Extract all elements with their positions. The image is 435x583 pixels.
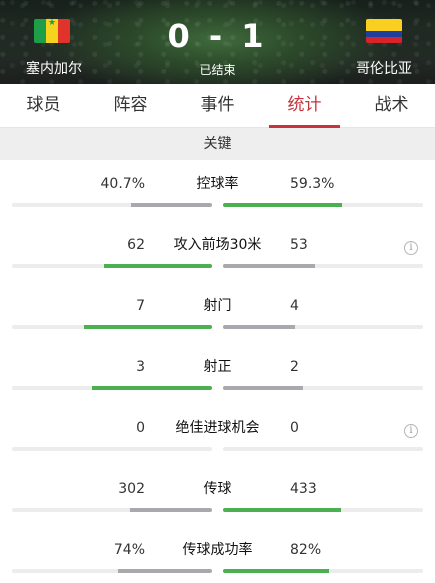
- stat-label: 射正: [203, 359, 232, 375]
- away-team-name[interactable]: 哥伦比亚: [348, 60, 420, 78]
- stat-label: 攻入前场30米: [173, 237, 262, 253]
- home-stat-bar-fill: [84, 325, 212, 329]
- home-stat-value: 302: [118, 481, 145, 497]
- away-stat-bar-fill: [223, 203, 342, 207]
- home-stat-bar-fill: [104, 264, 212, 268]
- tab-tactics[interactable]: 战术: [348, 84, 435, 127]
- away-stat-value: 59.3%: [290, 176, 335, 192]
- home-stat-value: 40.7%: [100, 176, 145, 192]
- away-stat-bar: [223, 264, 423, 268]
- stat-row: 62 攻入前场30米 53 i: [0, 221, 435, 282]
- stat-row: 302 传球 433: [0, 465, 435, 526]
- away-stat-bar: [223, 386, 423, 390]
- home-stat-bar-fill: [131, 203, 212, 207]
- info-icon[interactable]: i: [404, 241, 418, 255]
- home-stat-bar: [12, 325, 212, 329]
- home-stat-bar: [12, 508, 212, 512]
- away-stat-bar: [223, 325, 423, 329]
- away-stat-value: 2: [290, 359, 299, 375]
- stat-row: 74% 传球成功率 82%: [0, 526, 435, 583]
- away-stat-value: 82%: [290, 542, 322, 558]
- away-stat-bar-fill: [223, 264, 315, 268]
- home-stat-bar: [12, 386, 212, 390]
- match-header: ★ 塞内加尔 0 - 1 已结束 哥伦比亚: [0, 0, 435, 84]
- home-stat-bar-fill: [92, 386, 212, 390]
- away-stat-value: 4: [290, 298, 299, 314]
- section-header-key: 关键: [0, 128, 435, 160]
- away-stat-bar: [223, 508, 423, 512]
- home-stat-value: 62: [127, 237, 145, 253]
- home-stat-bar-fill: [130, 508, 212, 512]
- tab-events[interactable]: 事件: [174, 84, 261, 127]
- home-stat-bar-fill: [118, 569, 212, 573]
- away-stat-bar-fill: [223, 569, 329, 573]
- home-stat-bar: [12, 447, 212, 451]
- info-icon[interactable]: i: [404, 424, 418, 438]
- away-stat-value: 53: [290, 237, 308, 253]
- stat-row: 0 绝佳进球机会 0 i: [0, 404, 435, 465]
- stat-label: 控球率: [196, 176, 239, 192]
- away-stat-bar-fill: [223, 325, 295, 329]
- stat-label: 射门: [203, 298, 232, 314]
- away-stat-bar: [223, 569, 423, 573]
- home-stat-value: 74%: [113, 542, 145, 558]
- tab-players[interactable]: 球员: [0, 84, 87, 127]
- home-stat-value: 3: [136, 359, 145, 375]
- away-stat-bar-fill: [223, 386, 303, 390]
- away-stat-bar-fill: [223, 508, 341, 512]
- tab-stats[interactable]: 统计: [261, 84, 348, 128]
- away-stat-bar: [223, 447, 423, 451]
- stat-row: 3 射正 2: [0, 343, 435, 404]
- stat-row: 7 射门 4: [0, 282, 435, 343]
- tab-bar: 球员 阵容 事件 统计 战术: [0, 84, 435, 128]
- home-stat-value: 0: [136, 420, 145, 436]
- away-stat-value: 433: [290, 481, 317, 497]
- home-stat-bar: [12, 203, 212, 207]
- stats-list: 40.7% 控球率 59.3% 62 攻入前场30米 53 i 7 射门 4 3 射正 2 0 绝佳进球机会…: [0, 160, 435, 583]
- home-stat-bar: [12, 569, 212, 573]
- stat-label: 传球成功率: [182, 542, 253, 558]
- away-stat-value: 0: [290, 420, 299, 436]
- home-stat-bar: [12, 264, 212, 268]
- stat-label: 传球: [203, 481, 232, 497]
- stat-row: 40.7% 控球率 59.3%: [0, 160, 435, 221]
- stat-label: 绝佳进球机会: [175, 420, 260, 436]
- home-stat-value: 7: [136, 298, 145, 314]
- tab-lineup[interactable]: 阵容: [87, 84, 174, 127]
- away-stat-bar: [223, 203, 423, 207]
- match-score: 0 - 1: [167, 17, 268, 55]
